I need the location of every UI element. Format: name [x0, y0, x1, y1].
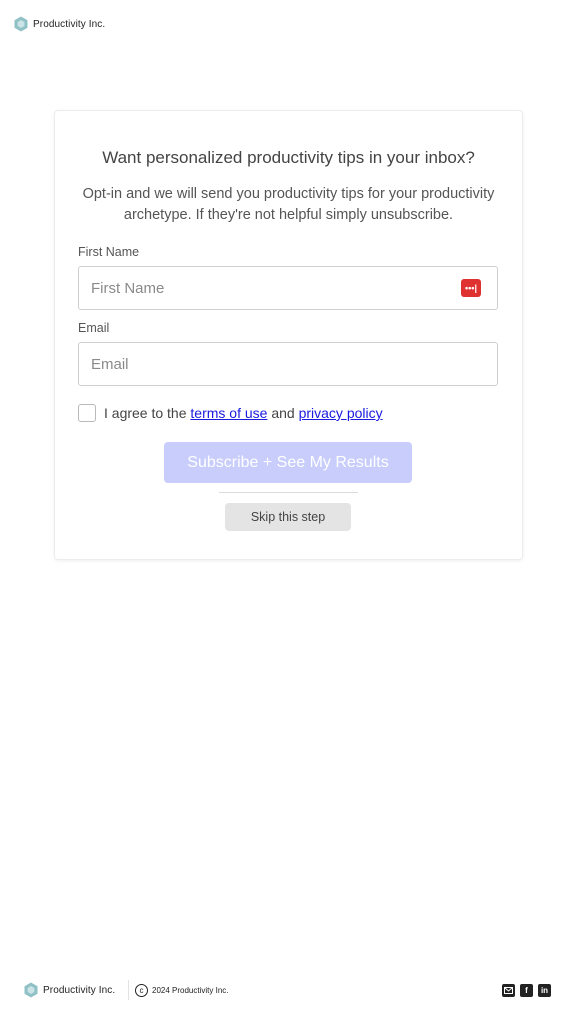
first-name-label: First Name — [78, 245, 140, 259]
agree-middle: and — [271, 405, 295, 421]
agree-checkbox[interactable] — [78, 404, 96, 422]
hexagon-logo-icon — [24, 982, 38, 998]
card-headline: Want personalized productivity tips in y… — [102, 148, 475, 167]
brand-name: Productivity Inc. — [33, 18, 106, 30]
first-name-input[interactable] — [78, 266, 498, 310]
card-subtext: Opt-in and we will send you productivity… — [82, 186, 495, 223]
subscribe-button[interactable]: Subscribe + See My Results — [164, 442, 412, 483]
facebook-icon[interactable]: f — [520, 984, 533, 997]
footer-separator — [128, 980, 129, 1000]
agree-prefix: I agree to the — [104, 405, 187, 421]
footer: Productivity Inc. c 2024 Productivity In… — [0, 980, 576, 1002]
password-manager-icon[interactable]: •••| — [461, 279, 481, 297]
footer-brand-name: Productivity Inc. — [43, 984, 116, 996]
privacy-policy-link[interactable]: privacy policy — [299, 405, 383, 421]
copyright-icon: c — [135, 984, 148, 997]
signup-card: Want personalized productivity tips in y… — [55, 111, 522, 559]
copyright: c 2024 Productivity Inc. — [135, 984, 228, 997]
email-input[interactable] — [78, 342, 498, 386]
hexagon-logo-icon — [14, 16, 28, 32]
email-icon[interactable] — [502, 984, 515, 997]
divider — [219, 492, 358, 493]
header-brand[interactable]: Productivity Inc. — [14, 16, 105, 32]
linkedin-icon[interactable]: in — [538, 984, 551, 997]
skip-button[interactable]: Skip this step — [225, 503, 351, 531]
copyright-text: 2024 Productivity Inc. — [152, 986, 229, 995]
social-links: f in — [502, 984, 551, 997]
terms-of-use-link[interactable]: terms of use — [190, 405, 267, 421]
email-label: Email — [78, 321, 110, 335]
agree-row: I agree to the terms of use and privacy … — [78, 404, 383, 422]
footer-brand[interactable]: Productivity Inc. — [24, 982, 115, 998]
